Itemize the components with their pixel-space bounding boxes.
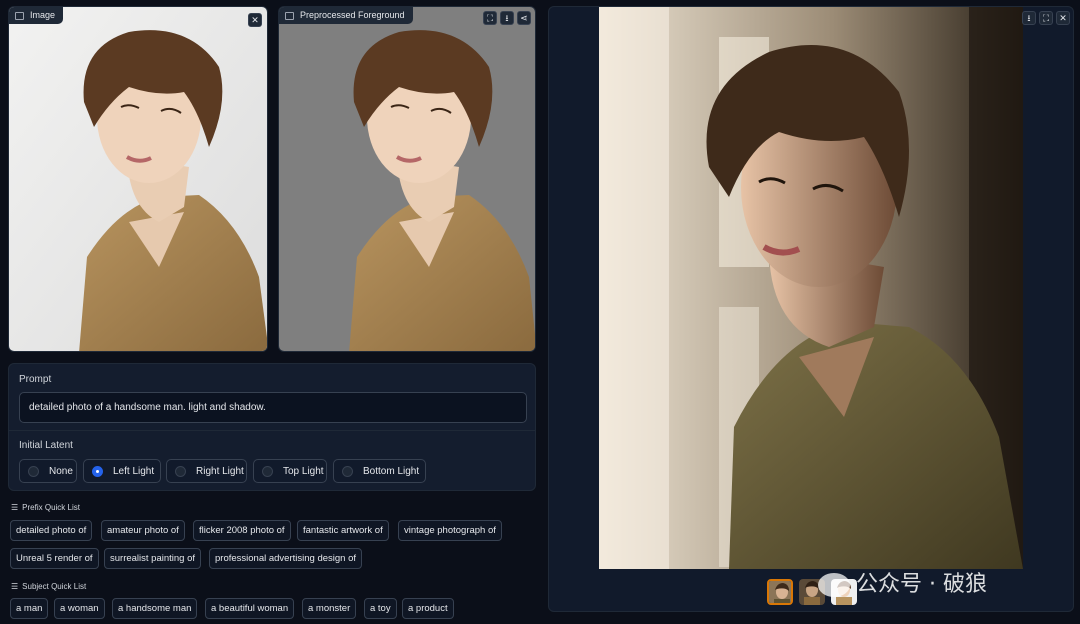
- radio-dot: [262, 465, 273, 477]
- prefix-quick-list-title: ☰ Prefix Quick List: [11, 503, 80, 512]
- subject-chip[interactable]: a monster: [302, 598, 357, 619]
- prefix-chip[interactable]: surrealist painting of: [104, 548, 202, 569]
- prompt-panel: Prompt detailed photo of a handsome man.…: [8, 363, 536, 491]
- subject-chip[interactable]: a man: [10, 598, 49, 619]
- radio-left-light[interactable]: Left Light: [83, 459, 161, 483]
- output-gallery-panel: ⭳ ⛶ ✕: [548, 6, 1074, 612]
- radio-bottom-light[interactable]: Bottom Light: [333, 459, 426, 483]
- radio-right-light[interactable]: Right Light: [166, 459, 247, 483]
- prefix-chip[interactable]: flicker 2008 photo of: [193, 520, 291, 541]
- subject-chip[interactable]: a toy: [364, 598, 397, 619]
- image-icon: [15, 11, 24, 20]
- gallery-thumbnail[interactable]: [767, 579, 793, 605]
- radio-dot: [28, 465, 39, 477]
- subject-quick-list-title: ☰ Subject Quick List: [11, 582, 87, 591]
- watermark: 公众号 · 破狼: [818, 566, 987, 598]
- prefix-chip[interactable]: vintage photograph of: [398, 520, 502, 541]
- image-icon: [285, 11, 294, 20]
- thumbnail-image: [769, 581, 791, 603]
- close-icon[interactable]: ✕: [248, 13, 262, 27]
- input-portrait: [9, 7, 267, 351]
- output-relit-image[interactable]: [599, 7, 1023, 569]
- subject-chip[interactable]: a handsome man: [112, 598, 198, 619]
- preprocessed-image-panel[interactable]: Preprocessed Foreground ⛶ ⭳ ⋖: [278, 6, 536, 352]
- subject-chip[interactable]: a product: [402, 598, 454, 619]
- fullscreen-icon[interactable]: ⛶: [483, 11, 497, 25]
- radio-none[interactable]: None: [19, 459, 77, 483]
- subject-chip[interactable]: a beautiful woman: [205, 598, 295, 619]
- close-icon[interactable]: ✕: [1056, 11, 1070, 25]
- subject-chip[interactable]: a woman: [54, 598, 105, 619]
- prefix-chip[interactable]: fantastic artwork of: [297, 520, 389, 541]
- list-icon: ☰: [11, 503, 19, 512]
- fullscreen-icon[interactable]: ⛶: [1039, 11, 1053, 25]
- list-icon: ☰: [11, 582, 19, 591]
- prefix-chip[interactable]: Unreal 5 render of: [10, 548, 99, 569]
- input-image-panel[interactable]: Image ✕: [8, 6, 268, 352]
- preprocessed-portrait: [279, 7, 535, 351]
- divider: [9, 430, 535, 431]
- download-icon[interactable]: ⭳: [500, 11, 514, 25]
- radio-dot: [175, 465, 186, 477]
- prompt-input[interactable]: detailed photo of a handsome man. light …: [19, 392, 527, 423]
- initial-latent-label: Initial Latent: [19, 440, 73, 451]
- wechat-icon: [818, 573, 850, 597]
- prefix-chip[interactable]: amateur photo of: [101, 520, 185, 541]
- prefix-chip[interactable]: detailed photo of: [10, 520, 93, 541]
- radio-dot: [342, 465, 353, 477]
- download-icon[interactable]: ⭳: [1022, 11, 1036, 25]
- radio-dot-selected: [92, 465, 103, 477]
- radio-top-light[interactable]: Top Light: [253, 459, 327, 483]
- prompt-label: Prompt: [19, 374, 52, 385]
- preprocessed-label: Preprocessed Foreground: [279, 7, 413, 24]
- share-icon[interactable]: ⋖: [517, 11, 531, 25]
- prefix-chip[interactable]: professional advertising design of: [209, 548, 363, 569]
- input-image-label: Image: [9, 7, 64, 24]
